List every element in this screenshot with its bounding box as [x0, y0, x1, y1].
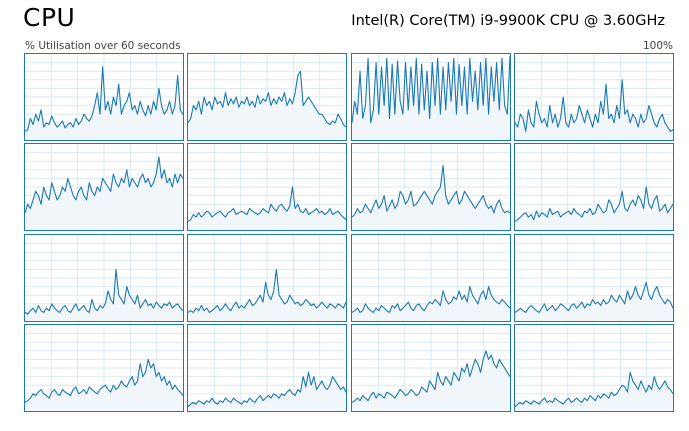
cpu-graph-cell[interactable]: [24, 53, 184, 141]
cpu-graph: [188, 234, 347, 321]
cpu-graph: [514, 324, 673, 411]
cpu-graph-cell[interactable]: [187, 233, 348, 322]
logical-processor-graph-grid[interactable]: [24, 53, 678, 418]
cpu-graph: [514, 54, 673, 140]
cpu-graph-cell[interactable]: [350, 53, 511, 141]
cpu-graph-cell[interactable]: [350, 233, 511, 322]
cpu-graph-cell[interactable]: [24, 233, 184, 322]
cpu-graph-cell[interactable]: [187, 143, 348, 232]
cpu-graph: [25, 144, 183, 231]
cpu-graph: [188, 144, 347, 231]
cpu-graph: [351, 54, 510, 140]
cpu-graph-cell[interactable]: [187, 53, 348, 141]
cpu-graph-cell[interactable]: [350, 143, 511, 232]
cpu-graph: [25, 54, 183, 140]
cpu-graph-cell[interactable]: [187, 323, 348, 412]
cpu-graph-cell[interactable]: [513, 143, 674, 232]
y-axis-label: % Utilisation over 60 seconds: [25, 40, 181, 52]
cpu-graph-cell[interactable]: [513, 233, 674, 322]
cpu-model-name: Intel(R) Core(TM) i9-9900K CPU @ 3.60GHz: [351, 13, 665, 29]
cpu-graph: [514, 234, 673, 321]
cpu-graph: [25, 324, 183, 411]
cpu-graph-cell[interactable]: [24, 323, 184, 412]
cpu-graph-cell[interactable]: [513, 53, 674, 141]
cpu-graph: [514, 144, 673, 231]
cpu-graph-cell[interactable]: [350, 323, 511, 412]
cpu-graph: [188, 324, 347, 411]
cpu-graph: [188, 54, 347, 140]
page-title: CPU: [23, 3, 76, 32]
y-axis-max-label: 100%: [642, 40, 673, 52]
cpu-graph-cell[interactable]: [24, 143, 184, 232]
cpu-graph: [351, 234, 510, 321]
cpu-graph: [25, 234, 183, 321]
cpu-graph-cell[interactable]: [513, 323, 674, 412]
cpu-graph: [351, 144, 510, 231]
cpu-graph: [351, 324, 510, 411]
